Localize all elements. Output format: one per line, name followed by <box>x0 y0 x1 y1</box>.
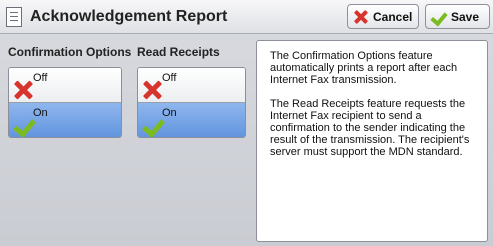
read-receipts-group: Off On <box>137 67 246 138</box>
confirmation-options-label: Confirmation Options <box>8 45 132 59</box>
read-receipts-label: Read Receipts <box>137 45 220 59</box>
off-x-icon <box>142 80 162 100</box>
cancel-x-icon <box>354 10 368 24</box>
page-title: Acknowledgement Report <box>30 8 228 25</box>
document-icon <box>6 7 22 27</box>
save-button[interactable]: Save <box>425 4 490 29</box>
confirmation-options-group: Off On <box>8 67 122 138</box>
read-receipts-off-option[interactable]: Off <box>138 68 245 103</box>
confirmation-on-option[interactable]: On <box>9 103 121 137</box>
cancel-button[interactable]: Cancel <box>347 4 419 29</box>
title-bar: Acknowledgement Report Cancel Save <box>0 0 493 34</box>
on-check-icon <box>13 115 33 135</box>
save-check-icon <box>432 10 446 24</box>
confirmation-description: The Confirmation Options feature automat… <box>270 50 458 86</box>
read-receipts-on-option[interactable]: On <box>138 103 245 137</box>
on-check-icon <box>142 115 162 135</box>
off-x-icon <box>13 80 33 100</box>
read-receipts-description: The Read Receipts feature requests the I… <box>270 98 470 158</box>
confirmation-off-option[interactable]: Off <box>9 68 121 103</box>
description-panel: The Confirmation Options feature automat… <box>256 40 488 242</box>
